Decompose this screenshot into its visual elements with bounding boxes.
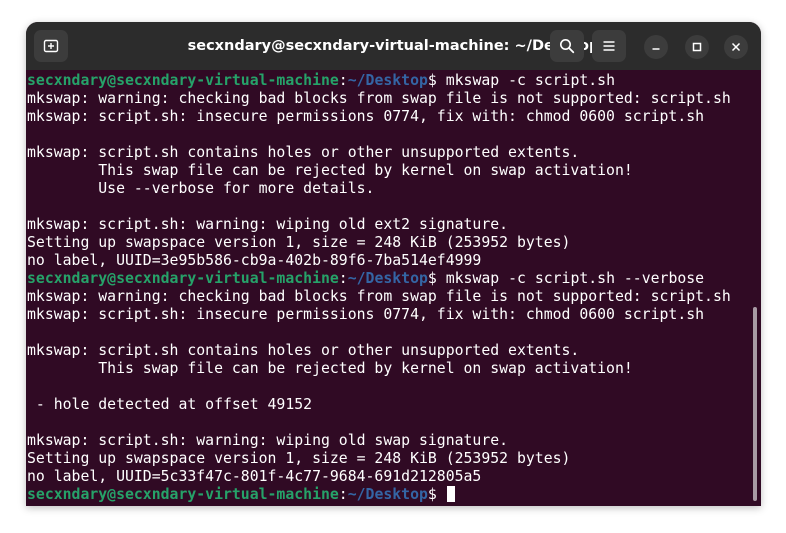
output-line: mkswap: warning: checking bad blocks fro…: [27, 90, 731, 107]
hamburger-menu-icon: [603, 41, 615, 51]
output-line: This swap file can be rejected by kernel…: [27, 162, 633, 179]
output-line: mkswap: script.sh: insecure permissions …: [27, 108, 705, 125]
new-tab-button[interactable]: [34, 30, 68, 62]
command-text: mkswap -c script.sh: [445, 72, 615, 89]
output-line: mkswap: script.sh: warning: wiping old s…: [27, 432, 509, 449]
prompt-user-host: secxndary@secxndary-virtual-machine: [27, 486, 339, 503]
prompt-path: ~/Desktop: [347, 486, 428, 503]
prompt-colon: :: [338, 72, 348, 89]
output-line: Setting up swapspace version 1, size = 2…: [27, 450, 571, 467]
prompt-colon: :: [338, 486, 348, 503]
output-line: no label, UUID=3e95b586-cb9a-402b-89f6-7…: [27, 252, 482, 269]
prompt-dollar: $: [427, 72, 446, 89]
search-button[interactable]: [550, 30, 584, 62]
output-line: This swap file can be rejected by kernel…: [27, 360, 633, 377]
prompt-line: secxndary@secxndary-virtual-machine:~/De…: [27, 72, 731, 90]
minimize-button[interactable]: [644, 35, 668, 59]
maximize-icon: [692, 42, 702, 52]
new-tab-icon: [43, 39, 59, 53]
prompt-path: ~/Desktop: [347, 72, 428, 89]
prompt-line: secxndary@secxndary-virtual-machine:~/De…: [27, 270, 731, 288]
prompt-dollar: $: [427, 270, 446, 287]
text-cursor: [446, 486, 455, 502]
prompt-user-host: secxndary@secxndary-virtual-machine: [27, 72, 339, 89]
output-line: mkswap: script.sh: warning: wiping old e…: [27, 216, 509, 233]
output-line: mkswap: script.sh contains holes or othe…: [27, 342, 580, 359]
prompt-colon: :: [338, 270, 348, 287]
menu-button[interactable]: [592, 30, 626, 62]
close-button[interactable]: [724, 35, 748, 59]
output-line: no label, UUID=5c33f47c-801f-4c77-9684-6…: [27, 468, 482, 485]
minimize-icon: [652, 48, 660, 50]
scrollbar[interactable]: [753, 307, 757, 501]
output-line: Use --verbose for more details.: [27, 180, 375, 197]
search-icon: [560, 39, 575, 54]
output-line: mkswap: script.sh contains holes or othe…: [27, 144, 580, 161]
terminal-window: secxndary@secxndary-virtual-machine: ~/D…: [26, 22, 761, 506]
prompt-path: ~/Desktop: [347, 270, 428, 287]
prompt-dollar: $: [427, 486, 446, 503]
command-text: mkswap -c script.sh --verbose: [445, 270, 705, 287]
output-line: - hole detected at offset 49152: [27, 396, 313, 413]
title-bar[interactable]: secxndary@secxndary-virtual-machine: ~/D…: [26, 22, 761, 70]
output-line: mkswap: script.sh: insecure permissions …: [27, 306, 705, 323]
output-line: Setting up swapspace version 1, size = 2…: [27, 234, 571, 251]
close-icon: [731, 42, 741, 52]
prompt-user-host: secxndary@secxndary-virtual-machine: [27, 270, 339, 287]
output-line: mkswap: warning: checking bad blocks fro…: [27, 288, 731, 305]
terminal-lines: secxndary@secxndary-virtual-machine:~/De…: [27, 72, 731, 504]
prompt-line: secxndary@secxndary-virtual-machine:~/De…: [27, 486, 731, 504]
maximize-button[interactable]: [685, 35, 709, 59]
terminal-output-area[interactable]: secxndary@secxndary-virtual-machine:~/De…: [26, 70, 761, 506]
